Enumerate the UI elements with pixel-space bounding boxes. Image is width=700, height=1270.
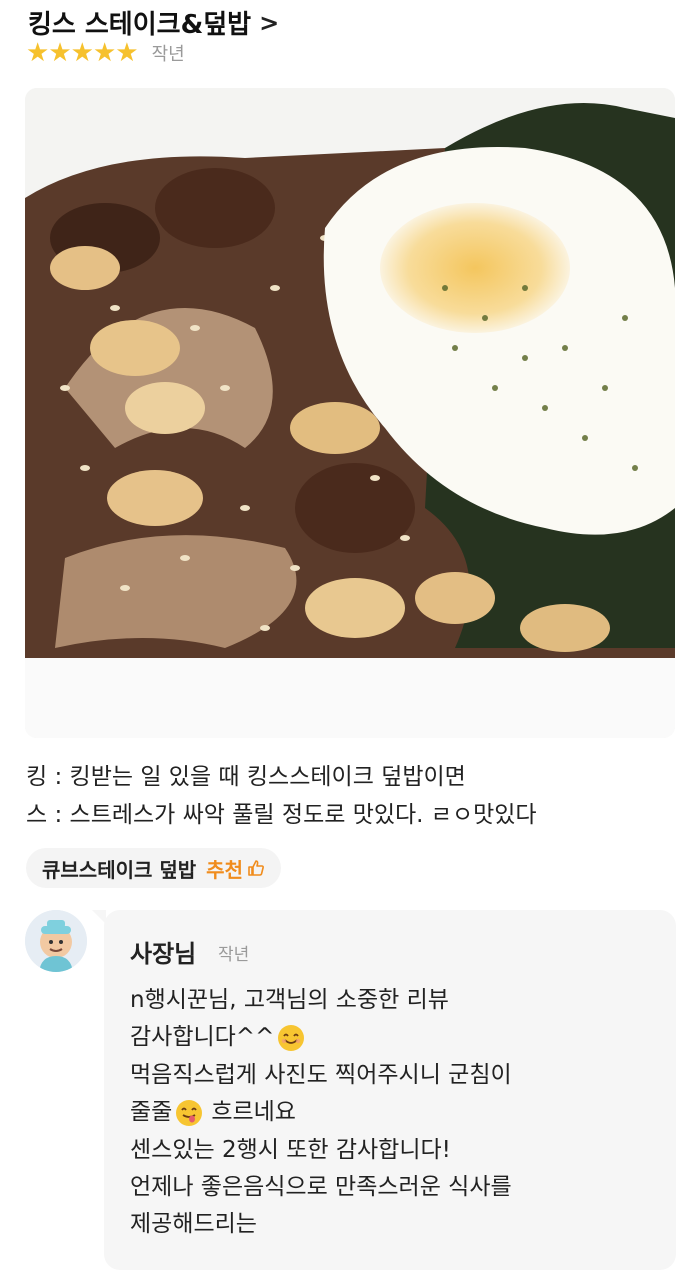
star-icon: ★ [26, 38, 50, 68]
star-icon: ★ [92, 38, 117, 68]
reply-line: 감사합니다^^ [130, 1019, 512, 1056]
menu-name: 큐브스테이크 덮밥 [42, 857, 197, 882]
star-icon: ★ [70, 38, 94, 68]
reply-line-text: 흐르네요 [211, 1099, 296, 1126]
star-icon: ★ [48, 38, 72, 68]
reply-line: 먹음직스럽게 사진도 찍어주시니 군침이 [130, 1061, 512, 1088]
owner-reply-text: n행시꾼님, 고객님의 소중한 리뷰 감사합니다^^ 먹음직스럽게 사진도 찍어… [130, 982, 512, 1244]
reply-line-text: 감사합니다^^ [130, 1024, 275, 1051]
menu-tag[interactable]: 큐브스테이크 덮밥 추천 [26, 848, 281, 888]
recommend-badge: 추천 [206, 854, 265, 883]
reply-line: 센스있는 2행시 또한 감사합니다! [130, 1136, 451, 1163]
review-line: 킹 : 킹받는 일 있을 때 킹스스테이크 덮밥이면 [26, 764, 466, 790]
store-name-link[interactable]: 킹스 스테이크&덮밥 > [28, 4, 279, 41]
reply-line: 줄줄 흐르네요 [130, 1094, 512, 1131]
star-icon: ★ [115, 38, 139, 68]
rating-row: ★ ★ ★ ★ ★ 작년 [26, 40, 185, 66]
thumbs-up-icon [248, 860, 264, 876]
recommend-label: 추천 [206, 857, 243, 882]
yum-face-icon [176, 1099, 203, 1126]
reply-line: 제공해드리는 [130, 1211, 257, 1238]
reply-line-text: 줄줄 [130, 1099, 173, 1126]
reply-line: 언제나 좋은음식으로 만족스러운 식사를 [130, 1174, 512, 1201]
owner-reply-time: 작년 [218, 945, 250, 965]
review-line: 스 : 스트레스가 싸악 풀릴 정도로 맛있다. ㄹㅇ맛있다 [26, 802, 537, 828]
chevron-right-icon: > [259, 8, 280, 37]
chef-avatar-image [25, 910, 87, 972]
owner-avatar [25, 910, 87, 972]
review-text: 킹 : 킹받는 일 있을 때 킹스스테이크 덮밥이면 스 : 스트레스가 싸악 … [26, 758, 537, 834]
food-photo-image [25, 88, 675, 738]
reply-line: n행시꾼님, 고객님의 소중한 리뷰 [130, 987, 449, 1013]
owner-name: 사장님 [130, 940, 197, 968]
owner-reply: 사장님 작년 n행시꾼님, 고객님의 소중한 리뷰 감사합니다^^ 먹음직스럽게… [92, 910, 676, 1270]
store-name: 킹스 스테이크&덮밥 [28, 10, 252, 40]
review-time: 작년 [151, 44, 185, 65]
review-photo[interactable] [25, 88, 675, 738]
smiling-face-icon [278, 1024, 305, 1051]
